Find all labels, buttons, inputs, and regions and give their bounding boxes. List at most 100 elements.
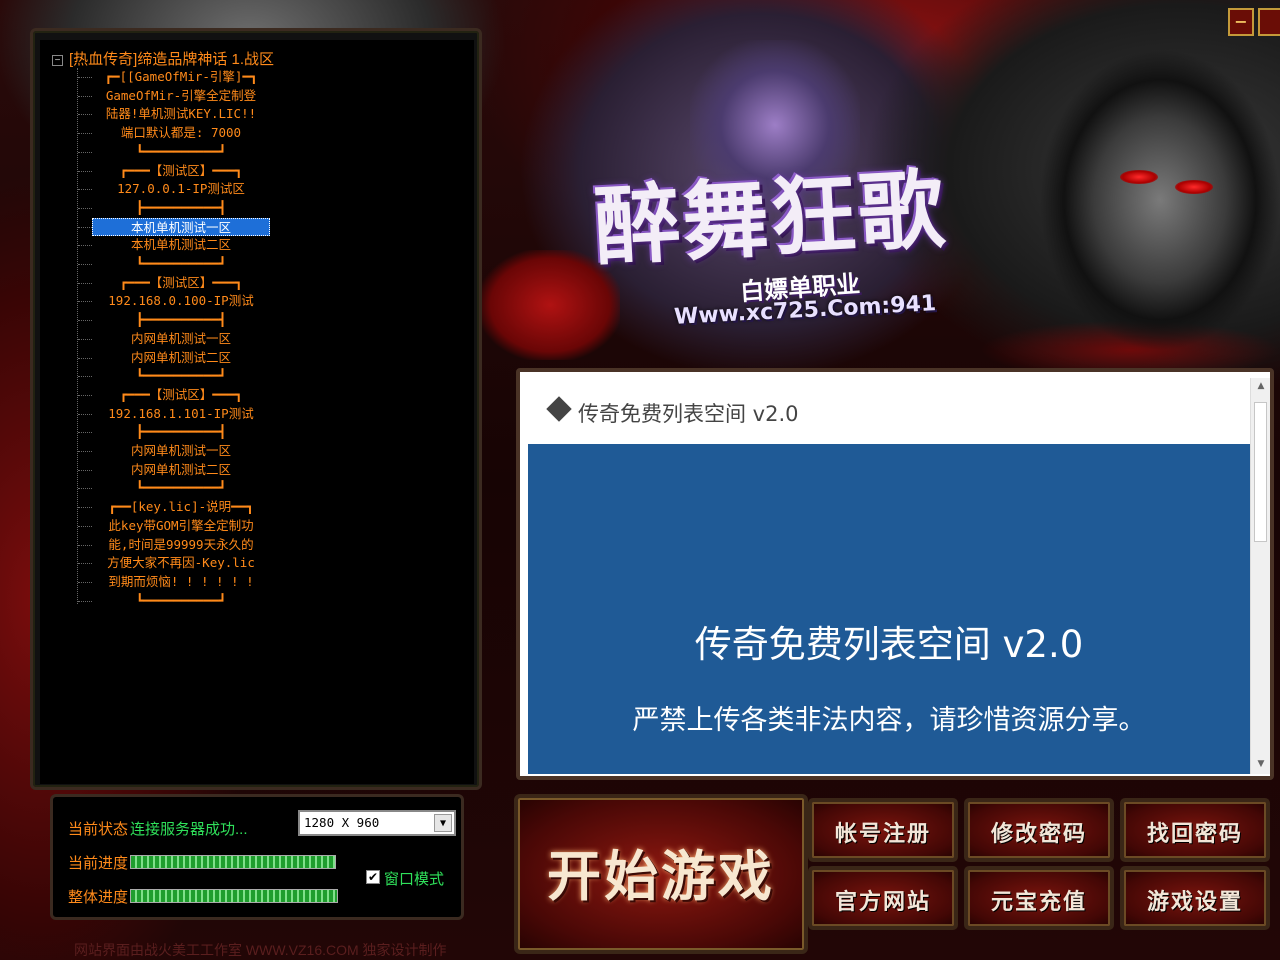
tree-guide-line xyxy=(78,133,92,134)
tree-guide-line xyxy=(78,77,92,78)
tree-guide-line xyxy=(78,488,92,489)
total-progress-label: 整体进度 xyxy=(68,889,129,906)
tree-item[interactable]: 内网单机测试一区 xyxy=(92,442,270,460)
tree-guide-line xyxy=(78,451,92,452)
tree-guide-line xyxy=(77,68,78,604)
tree-guide-line xyxy=(78,470,92,471)
tree-guide-line xyxy=(78,507,92,508)
scrollbar-thumb[interactable] xyxy=(1254,402,1267,542)
tree-item[interactable]: 127.0.0.1-IP测试区 xyxy=(92,180,270,198)
tree-item[interactable]: 方便大家不再因-Key.lic xyxy=(92,554,270,572)
state-value: 连接服务器成功... xyxy=(130,821,248,838)
total-progress-fill xyxy=(131,890,337,902)
browser-notice: 严禁上传各类非法内容，请珍惜资源分享。 xyxy=(632,705,1146,736)
window-mode-checkbox[interactable]: ✔ xyxy=(366,870,380,884)
tree-item[interactable]: ┏━━━【测试区】━━━┓ xyxy=(92,274,270,292)
tree-guide-line xyxy=(78,208,92,209)
tree-guide-line xyxy=(78,376,92,377)
tree-item[interactable]: 本机单机测试二区 xyxy=(92,236,270,254)
browser-scrollbar[interactable]: ▲ ▼ xyxy=(1250,378,1270,774)
tree-guide-line xyxy=(78,582,92,583)
close-button[interactable] xyxy=(1258,8,1280,36)
diamond-icon xyxy=(546,396,572,422)
tree-guide-line xyxy=(78,227,92,228)
tree-item[interactable]: ┣━━━━━━━━━━┫ xyxy=(92,199,270,217)
tree-item[interactable]: 本机单机测试一区 xyxy=(92,218,270,236)
tree-item[interactable]: 内网单机测试二区 xyxy=(92,349,270,367)
logo-title: 醉舞狂歌 xyxy=(592,158,949,279)
tree-item[interactable]: ┗━━━━━━━━━━┛ xyxy=(92,143,270,161)
tree-item[interactable]: 能,时间是99999天永久的 xyxy=(92,536,270,554)
villain-illustration xyxy=(1010,20,1280,360)
current-progress-fill xyxy=(131,856,335,868)
tree-guide-line xyxy=(78,152,92,153)
tree-item[interactable]: ┣━━━━━━━━━━┫ xyxy=(92,423,270,441)
chevron-down-icon[interactable]: ▼ xyxy=(434,814,452,832)
tree-root-label: [热血传奇]缔造品牌神话 1.战区 xyxy=(69,51,275,68)
tree-guide-line xyxy=(78,339,92,340)
tree-item[interactable]: ┗━━━━━━━━━━┛ xyxy=(92,592,270,610)
tree-item[interactable]: ┗━━━━━━━━━━┛ xyxy=(92,255,270,273)
tree-guide-line xyxy=(78,414,92,415)
tree-item[interactable]: 陆器!单机测试KEY.LIC!! xyxy=(92,105,270,123)
collapse-icon[interactable]: − xyxy=(52,55,63,66)
tree-item[interactable]: ┏━━━【测试区】━━━┓ xyxy=(92,162,270,180)
register-button[interactable]: 帐号注册 xyxy=(808,798,958,862)
recharge-button[interactable]: 元宝充值 xyxy=(964,866,1114,930)
start-game-button[interactable]: 开始游戏 xyxy=(514,794,808,954)
register-label: 帐号注册 xyxy=(834,822,931,847)
tree-guide-line xyxy=(78,395,92,396)
tree-guide-line xyxy=(78,264,92,265)
red-eye xyxy=(1120,170,1158,184)
tree-guide-line xyxy=(78,601,92,602)
tree-guide-line xyxy=(78,432,92,433)
tree-guide-line xyxy=(78,526,92,527)
tree-guide-line xyxy=(78,114,92,115)
tree-item[interactable]: ┏━━━【测试区】━━━┓ xyxy=(92,386,270,404)
minimize-button[interactable]: − xyxy=(1228,8,1254,36)
tree-item[interactable]: ┏━━[key.lic]-说明━━┓ xyxy=(92,498,270,516)
website-button[interactable]: 官方网站 xyxy=(808,866,958,930)
tree-item[interactable]: 到期而烦恼! ! ! ! ! ! xyxy=(92,573,270,591)
tree-guide-line xyxy=(78,96,92,97)
game-settings-label: 游戏设置 xyxy=(1146,890,1243,915)
tree-guide-line xyxy=(78,189,92,190)
footer-credit: 网站界面由战火美工工作室 WWW.VZ16.COM 独家设计制作 xyxy=(74,942,447,958)
recharge-label: 元宝充值 xyxy=(990,890,1087,915)
window-mode-label[interactable]: 窗口模式 xyxy=(384,868,444,889)
state-label: 当前状态 xyxy=(68,821,129,838)
embedded-browser[interactable]: 传奇免费列表空间 v2.0 传奇免费列表空间 v2.0 严禁上传各类非法内容，请… xyxy=(528,378,1270,774)
tree-item[interactable]: 内网单机测试一区 xyxy=(92,330,270,348)
minimize-icon: − xyxy=(1234,12,1248,31)
scroll-up-icon[interactable]: ▲ xyxy=(1251,378,1270,394)
total-progress-bar xyxy=(130,889,338,903)
tree-guide-line xyxy=(78,171,92,172)
tree-item[interactable]: 此key带GOM引擎全定制功 xyxy=(92,517,270,535)
tree-item[interactable]: 端口默认都是: 7000 xyxy=(92,124,270,142)
resolution-select[interactable]: 1280 X 960 ▼ xyxy=(298,810,456,836)
tree-item[interactable]: ┗━━━━━━━━━━┛ xyxy=(92,367,270,385)
browser-header: 传奇免费列表空间 v2.0 xyxy=(528,378,1250,444)
browser-heading: 传奇免费列表空间 v2.0 xyxy=(694,623,1084,666)
tree-guide-line xyxy=(78,245,92,246)
tree-guide-line xyxy=(78,283,92,284)
tree-item[interactable]: 内网单机测试二区 xyxy=(92,461,270,479)
tree-root[interactable]: − [热血传奇]缔造品牌神话 1.战区 xyxy=(52,48,274,69)
game-settings-button[interactable]: 游戏设置 xyxy=(1120,866,1270,930)
tree-item[interactable]: ┣━━━━━━━━━━┫ xyxy=(92,311,270,329)
start-game-label: 开始游戏 xyxy=(547,844,775,908)
tree-guide-line xyxy=(78,545,92,546)
browser-header-title: 传奇免费列表空间 v2.0 xyxy=(578,402,799,426)
tree-item[interactable]: 192.168.1.101-IP测试 xyxy=(92,405,270,423)
tree-item[interactable]: GameOfMir-引擎全定制登 xyxy=(92,87,270,105)
scroll-down-icon[interactable]: ▼ xyxy=(1251,756,1270,772)
tree-item[interactable]: 192.168.0.100-IP测试 xyxy=(92,292,270,310)
server-tree[interactable]: − [热血传奇]缔造品牌神话 1.战区 ┏━[[GameOfMir-引擎]━┓ Ga… xyxy=(40,40,474,784)
website-label: 官方网站 xyxy=(834,890,931,915)
recover-password-button[interactable]: 找回密码 xyxy=(1120,798,1270,862)
change-password-button[interactable]: 修改密码 xyxy=(964,798,1114,862)
tree-guide-line xyxy=(78,301,92,302)
resolution-value: 1280 X 960 xyxy=(304,815,380,830)
tree-item[interactable]: ┏━[[GameOfMir-引擎]━┓ xyxy=(92,68,270,86)
tree-item[interactable]: ┗━━━━━━━━━━┛ xyxy=(92,479,270,497)
